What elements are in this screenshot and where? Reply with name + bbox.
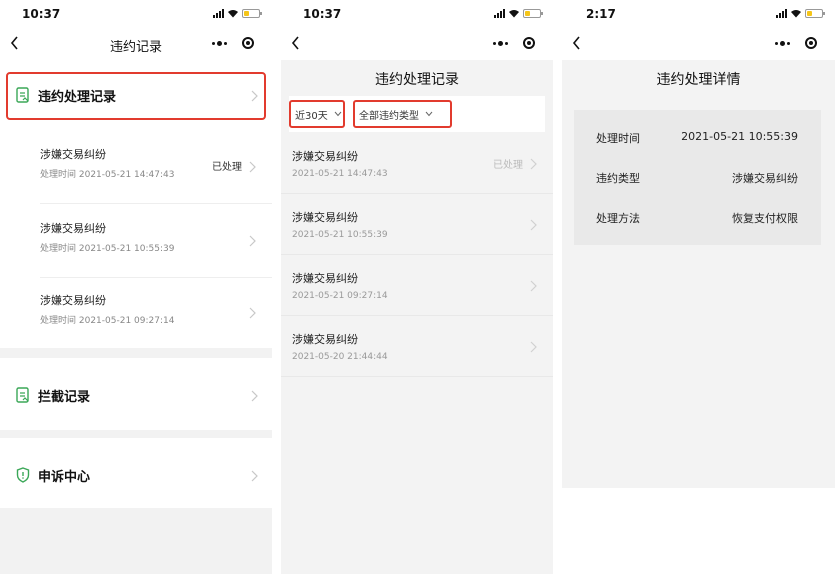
status-badge: 已处理 <box>493 160 523 171</box>
list-item[interactable]: 涉嫌交易纠纷 处理时间 2021-05-21 14:47:43 已处理 <box>40 132 272 204</box>
battery-icon <box>242 9 262 18</box>
detail-row-method: 处理方法 恢复支付权限 <box>586 210 810 228</box>
list-item[interactable]: 涉嫌交易纠纷 2021-05-20 21:44:44 <box>281 317 553 377</box>
detail-card: 处理时间 2021-05-21 10:55:39 违约类型 涉嫌交易纠纷 处理方… <box>574 110 821 245</box>
period-filter-dropdown[interactable]: 近30天 <box>289 100 345 128</box>
filter-bar: 近30天 全部违约类型 <box>289 96 545 132</box>
chevron-right-icon <box>251 470 258 482</box>
detail-key: 违约类型 <box>596 172 640 185</box>
status-time: 10:37 <box>22 7 61 21</box>
signal-icon <box>213 9 224 18</box>
nav-bar: 违约记录 <box>0 28 272 60</box>
close-miniprogram-icon[interactable] <box>242 37 255 49</box>
list-item[interactable]: 涉嫌交易纠纷 2021-05-21 10:55:39 <box>281 195 553 255</box>
close-miniprogram-icon[interactable] <box>805 37 818 49</box>
document-icon <box>16 387 29 403</box>
record-subtitle: 处理时间 2021-05-21 09:27:14 <box>40 316 175 326</box>
page-title: 违约处理记录 <box>375 72 459 88</box>
mini-program-capsule <box>204 32 262 54</box>
menu-item-label: 拦截记录 <box>38 390 91 405</box>
status-bar: 10:37 <box>0 0 272 28</box>
signal-icon <box>776 9 787 18</box>
record-subtitle: 处理时间 2021-05-21 14:47:43 <box>40 170 175 180</box>
chevron-right-icon <box>530 219 537 231</box>
list-item[interactable]: 涉嫌交易纠纷 2021-05-21 14:47:43 已处理 <box>281 134 553 194</box>
violation-type-filter-dropdown[interactable]: 全部违约类型 <box>353 100 452 128</box>
status-time: 2:17 <box>586 7 616 21</box>
shield-icon <box>16 467 30 483</box>
more-icon[interactable] <box>211 40 227 46</box>
screen-violation-details: 2:17 违约处理详情 处理时间 2021-05-21 10:55:39 违约类… <box>562 0 835 574</box>
record-title: 涉嫌交易纠纷 <box>292 150 358 163</box>
detail-row-type: 违约类型 涉嫌交易纠纷 <box>586 170 810 188</box>
wifi-icon <box>791 10 801 18</box>
detail-row-time: 处理时间 2021-05-21 10:55:39 <box>586 130 810 148</box>
period-filter-label: 近30天 <box>295 110 328 122</box>
page-background <box>0 508 272 574</box>
highlight-annotation <box>6 72 266 120</box>
record-title: 涉嫌交易纠纷 <box>292 272 358 285</box>
wifi-icon <box>509 10 519 18</box>
signal-icon <box>494 9 505 18</box>
page-title: 违约处理详情 <box>656 72 741 88</box>
more-icon[interactable] <box>492 40 508 46</box>
record-title: 涉嫌交易纠纷 <box>292 333 358 346</box>
chevron-right-icon <box>530 280 537 292</box>
status-bar: 2:17 <box>562 0 835 28</box>
detail-key: 处理方法 <box>596 212 640 225</box>
mini-program-capsule <box>485 32 543 54</box>
close-miniprogram-icon[interactable] <box>523 37 536 49</box>
section-separator <box>0 348 272 358</box>
chevron-right-icon <box>530 341 537 353</box>
chevron-down-icon <box>334 111 342 117</box>
record-title: 涉嫌交易纠纷 <box>40 294 106 307</box>
chevron-right-icon <box>249 307 256 319</box>
nav-bar <box>281 28 553 60</box>
record-title: 涉嫌交易纠纷 <box>40 148 106 161</box>
detail-value: 恢复支付权限 <box>732 212 798 225</box>
wifi-icon <box>228 10 238 18</box>
chevron-right-icon <box>251 390 258 402</box>
record-subtitle: 处理时间 2021-05-21 10:55:39 <box>40 244 175 254</box>
status-time: 10:37 <box>303 7 342 21</box>
mini-program-capsule <box>767 32 825 54</box>
menu-item-intercept-records[interactable]: 拦截记录 <box>0 372 272 418</box>
back-icon[interactable] <box>570 34 584 52</box>
list-item[interactable]: 涉嫌交易纠纷 处理时间 2021-05-21 10:55:39 <box>40 206 272 278</box>
menu-item-label: 申诉中心 <box>38 470 91 485</box>
record-date: 2021-05-21 14:47:43 <box>292 169 388 179</box>
record-date: 2021-05-21 10:55:39 <box>292 230 388 240</box>
record-date: 2021-05-21 09:27:14 <box>292 291 388 301</box>
screen-violation-records: 10:37 违约记录 违约处理记录 涉嫌交易纠纷 处理时间 2021-05-21… <box>0 0 272 574</box>
chevron-right-icon <box>530 158 537 170</box>
record-title: 涉嫌交易纠纷 <box>292 211 358 224</box>
divider <box>40 203 272 204</box>
more-icon[interactable] <box>774 40 790 46</box>
violation-type-filter-label: 全部违约类型 <box>359 110 419 122</box>
battery-icon <box>805 9 825 18</box>
status-bar: 10:37 <box>281 0 553 28</box>
screen-violation-processing-records: 10:37 违约处理记录 近30天 全部违约类型 涉嫌交易纠纷 2021-05-… <box>281 0 553 574</box>
detail-value: 2021-05-21 10:55:39 <box>681 130 798 143</box>
detail-value: 涉嫌交易纠纷 <box>732 172 798 185</box>
record-date: 2021-05-20 21:44:44 <box>292 352 388 362</box>
chevron-right-icon <box>249 235 256 247</box>
chevron-right-icon <box>249 161 256 173</box>
section-separator <box>0 430 272 438</box>
menu-item-appeal-center[interactable]: 申诉中心 <box>0 452 272 498</box>
record-title: 涉嫌交易纠纷 <box>40 222 106 235</box>
chevron-down-icon <box>425 111 433 117</box>
nav-bar <box>562 28 835 60</box>
list-item[interactable]: 涉嫌交易纠纷 处理时间 2021-05-21 09:27:14 <box>40 278 272 350</box>
list-item[interactable]: 涉嫌交易纠纷 2021-05-21 09:27:14 <box>281 256 553 316</box>
detail-key: 处理时间 <box>596 132 640 145</box>
status-badge: 已处理 <box>212 162 242 173</box>
battery-icon <box>523 9 543 18</box>
back-icon[interactable] <box>289 34 303 52</box>
